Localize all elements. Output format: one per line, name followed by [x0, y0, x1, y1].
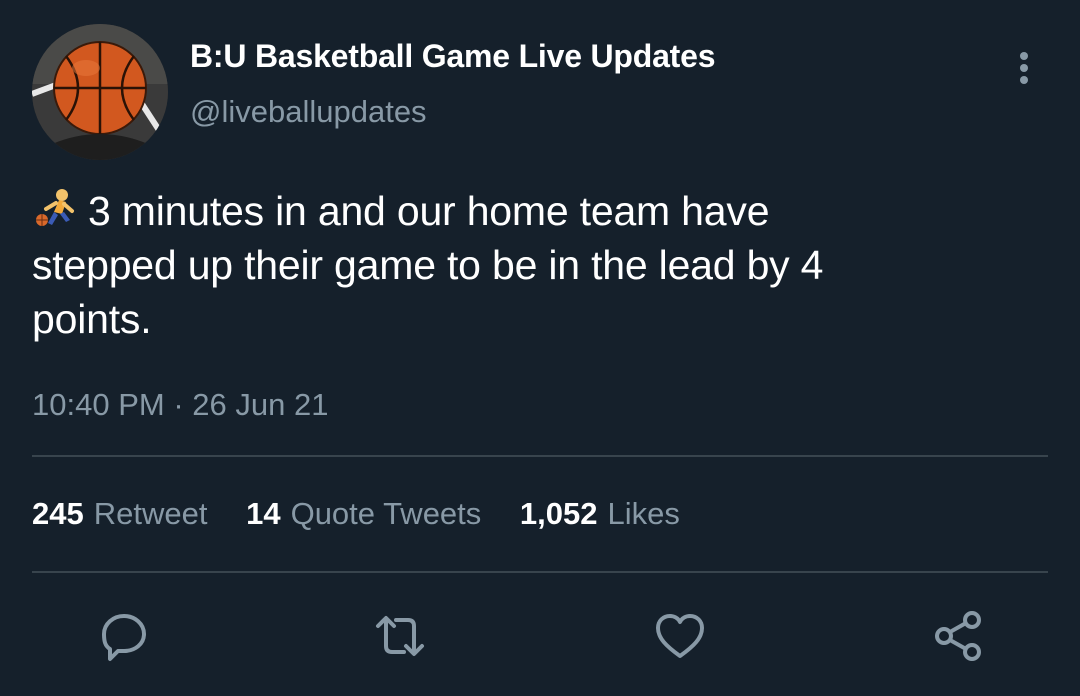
share-icon [935, 611, 981, 661]
display-name[interactable]: B:U Basketball Game Live Updates [190, 38, 716, 75]
more-vertical-icon [1020, 52, 1028, 84]
like-button[interactable] [652, 608, 708, 664]
likes-label: Likes [607, 496, 680, 531]
person-bouncing-ball-icon [32, 187, 82, 231]
tweet-text-line-1-text: 3 minutes in and our home team have [88, 188, 770, 234]
tweet-text-line-1: 3 minutes in and our home team have [32, 184, 1032, 238]
tweet-stats: 245 Retweet 14 Quote Tweets 1,052 Likes [32, 496, 710, 532]
more-options-button[interactable] [1008, 48, 1040, 88]
tweet-text: 3 minutes in and our home team have step… [32, 184, 1032, 346]
avatar[interactable] [32, 24, 168, 160]
retweets-count: 245 [32, 496, 84, 531]
tweet-text-line-2: stepped up their game to be in the lead … [32, 242, 824, 288]
retweets-stat[interactable]: 245 Retweet [32, 496, 207, 532]
likes-stat[interactable]: 1,052 Likes [520, 496, 680, 532]
basketball-avatar-image [32, 24, 168, 160]
quote-tweets-count: 14 [246, 496, 281, 531]
retweet-button[interactable] [372, 608, 428, 664]
like-icon [656, 614, 704, 658]
likes-count: 1,052 [519, 496, 598, 531]
tweet-date: 26 Jun 21 [192, 387, 329, 422]
divider-top [32, 455, 1048, 457]
divider-bottom [32, 571, 1048, 573]
tweet-time: 10:40 PM [32, 387, 165, 422]
reply-button[interactable] [96, 608, 152, 664]
retweet-icon [376, 616, 424, 656]
quote-tweets-label: Quote Tweets [290, 496, 482, 531]
share-button[interactable] [930, 608, 986, 664]
tweet-timestamp[interactable]: 10:40 PM · 26 Jun 21 [32, 387, 328, 423]
quote-tweets-stat[interactable]: 14 Quote Tweets [246, 496, 481, 532]
user-handle[interactable]: @liveballupdates [190, 94, 427, 130]
timestamp-separator: · [173, 387, 184, 422]
reply-icon [102, 614, 146, 661]
retweets-label: Retweet [93, 496, 208, 531]
tweet-text-line-3: points. [32, 296, 152, 342]
